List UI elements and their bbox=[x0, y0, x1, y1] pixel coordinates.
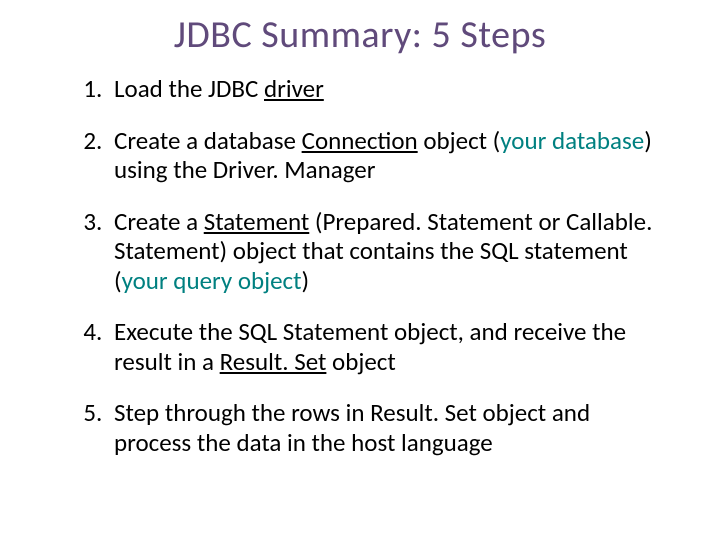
steps-list: Load the JDBC driver Create a database C… bbox=[60, 74, 660, 457]
slide-title: JDBC Summary: 5 Steps bbox=[60, 12, 660, 58]
step-1-underline: driver bbox=[264, 73, 324, 104]
step-2-text-a: Create a database bbox=[114, 125, 302, 156]
step-1-text-a: Load the JDBC bbox=[114, 73, 264, 104]
step-5-text-a: Step through the rows in Result. Set obj… bbox=[114, 397, 590, 458]
step-3-highlight: your query object bbox=[122, 265, 302, 296]
step-4: Execute the SQL Statement object, and re… bbox=[108, 317, 660, 376]
step-5: Step through the rows in Result. Set obj… bbox=[108, 398, 660, 457]
slide: JDBC Summary: 5 Steps Load the JDBC driv… bbox=[0, 0, 720, 540]
step-3-underline: Statement bbox=[204, 206, 310, 237]
step-3-text-a: Create a bbox=[114, 206, 204, 237]
step-4-underline: Result. Set bbox=[220, 346, 327, 377]
step-2-underline: Connection bbox=[302, 125, 418, 156]
step-2-highlight: your database bbox=[500, 125, 644, 156]
step-4-text-c: object bbox=[326, 346, 395, 377]
step-1: Load the JDBC driver bbox=[108, 74, 660, 104]
step-2: Create a database Connection object (you… bbox=[108, 126, 660, 185]
step-2-text-c: object ( bbox=[418, 125, 501, 156]
step-3: Create a Statement (Prepared. Statement … bbox=[108, 207, 660, 296]
step-3-text-e: ) bbox=[302, 265, 310, 296]
